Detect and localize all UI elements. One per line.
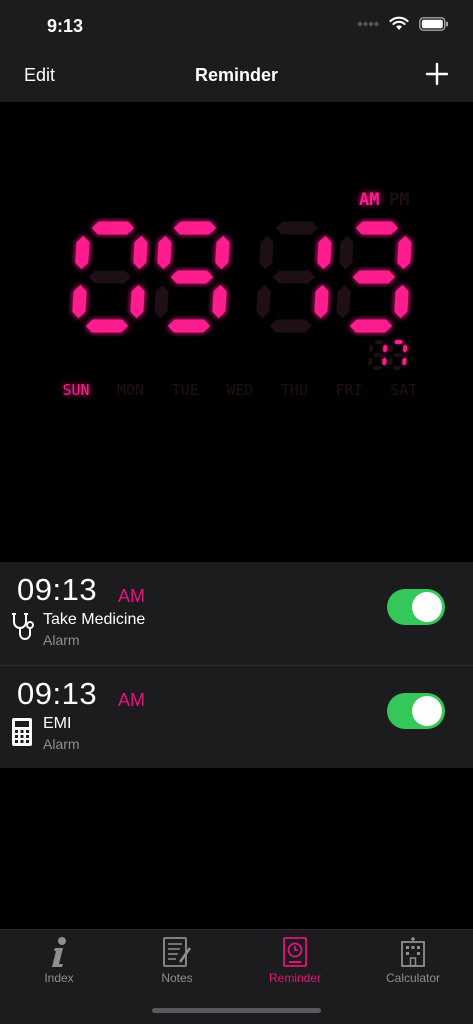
segment-b [215, 235, 230, 270]
segment-g [352, 270, 396, 284]
weekday-label: WED [226, 381, 253, 399]
reminder-clock-icon [283, 937, 307, 967]
digital-clock: AM PM SUN MON TUE WED THU FRI SAT [0, 102, 473, 560]
seconds-digit [388, 340, 408, 370]
calculator-icon [12, 718, 32, 746]
weekday-label: MON [117, 381, 144, 399]
tab-label: Index [44, 971, 74, 985]
segment-b [383, 344, 388, 353]
alarm-type: Alarm [43, 736, 80, 752]
alarm-toggle[interactable] [387, 693, 445, 729]
alarm-ampm: AM [118, 690, 145, 710]
pm-indicator: PM [389, 190, 409, 210]
plus-icon [425, 62, 449, 86]
segment-d [372, 366, 382, 370]
wifi-icon [389, 16, 409, 30]
segment-e [256, 284, 271, 319]
segment-e [154, 284, 169, 319]
segment-a [173, 221, 217, 235]
segment-a [394, 340, 404, 344]
segment-g [373, 353, 383, 357]
segment-c [402, 357, 407, 366]
am-indicator: AM [359, 190, 379, 210]
tab-reminder[interactable]: Reminder [236, 930, 354, 1000]
segment-e [388, 357, 393, 366]
status-icons [357, 16, 449, 31]
segment-e [336, 284, 351, 319]
segment-d [349, 319, 393, 333]
clock-display: AM PM SUN MON TUE WED THU FRI SAT [62, 190, 417, 399]
clock-digit [72, 221, 148, 333]
segment-a [91, 221, 135, 235]
segment-a [355, 221, 399, 235]
segment-b [397, 235, 412, 270]
segment-a [275, 221, 319, 235]
signal-icon [357, 21, 379, 26]
status-bar: 9:13 [0, 0, 473, 50]
info-icon [52, 937, 66, 967]
segment-f [369, 344, 374, 353]
weekday-label: SUN [62, 381, 89, 399]
segment-g [393, 353, 403, 357]
seconds-digit [368, 340, 388, 370]
segment-a [374, 340, 384, 344]
segment-d [85, 319, 129, 333]
battery-icon [419, 16, 448, 31]
tab-label: Notes [161, 971, 193, 985]
segment-c [394, 284, 409, 319]
home-indicator [152, 1008, 321, 1013]
alarm-list: 09:13 AM Take Medicine Alarm 09:13 AM EM… [0, 562, 473, 768]
segment-f [339, 235, 354, 270]
alarm-row[interactable]: 09:13 AM Take Medicine Alarm [0, 562, 473, 665]
stethoscope-icon [12, 613, 34, 640]
alarm-type: Alarm [43, 632, 80, 648]
segment-e [368, 357, 373, 366]
alarm-time: 09:13 [17, 676, 98, 711]
segment-e [72, 284, 87, 319]
clock-digit [256, 221, 332, 333]
weekday-label: SAT [390, 381, 417, 399]
toggle-knob [412, 592, 442, 622]
alarm-toggle[interactable] [387, 589, 445, 625]
segment-b [133, 235, 148, 270]
segment-d [269, 319, 313, 333]
weekday-label: TUE [172, 381, 199, 399]
segment-b [403, 344, 408, 353]
alarm-ampm: AM [118, 586, 145, 606]
toggle-knob [412, 696, 442, 726]
segment-f [259, 235, 274, 270]
segment-d [167, 319, 211, 333]
clock-digit [336, 221, 412, 333]
segment-f [157, 235, 172, 270]
building-icon [401, 937, 425, 967]
segment-c [382, 357, 387, 366]
navigation-bar: Edit Reminder [0, 50, 473, 102]
clock-digit [154, 221, 230, 333]
notes-icon [163, 937, 192, 967]
segment-c [130, 284, 145, 319]
alarm-time: 09:13 [17, 572, 98, 607]
tab-notes[interactable]: Notes [118, 930, 236, 1000]
segment-f [75, 235, 90, 270]
alarm-title: EMI [43, 715, 72, 732]
tab-label: Reminder [268, 971, 322, 985]
segment-c [314, 284, 329, 319]
tab-index[interactable]: Index [0, 930, 118, 1000]
weekday-label: THU [281, 381, 308, 399]
segment-f [389, 344, 394, 353]
status-time: 9:13 [47, 16, 84, 36]
tab-label: Calculator [385, 971, 441, 985]
segment-b [317, 235, 332, 270]
weekday-label: FRI [335, 381, 362, 399]
segment-c [212, 284, 227, 319]
alarm-row[interactable]: 09:13 AM EMI Alarm [0, 665, 473, 768]
alarm-title: Take Medicine [43, 611, 146, 628]
segment-g [170, 270, 214, 284]
segment-g [272, 270, 316, 284]
page-title: Reminder [194, 65, 279, 85]
add-button[interactable] [425, 62, 449, 86]
segment-d [392, 366, 402, 370]
segment-g [88, 270, 132, 284]
tab-calculator[interactable]: Calculator [354, 930, 472, 1000]
